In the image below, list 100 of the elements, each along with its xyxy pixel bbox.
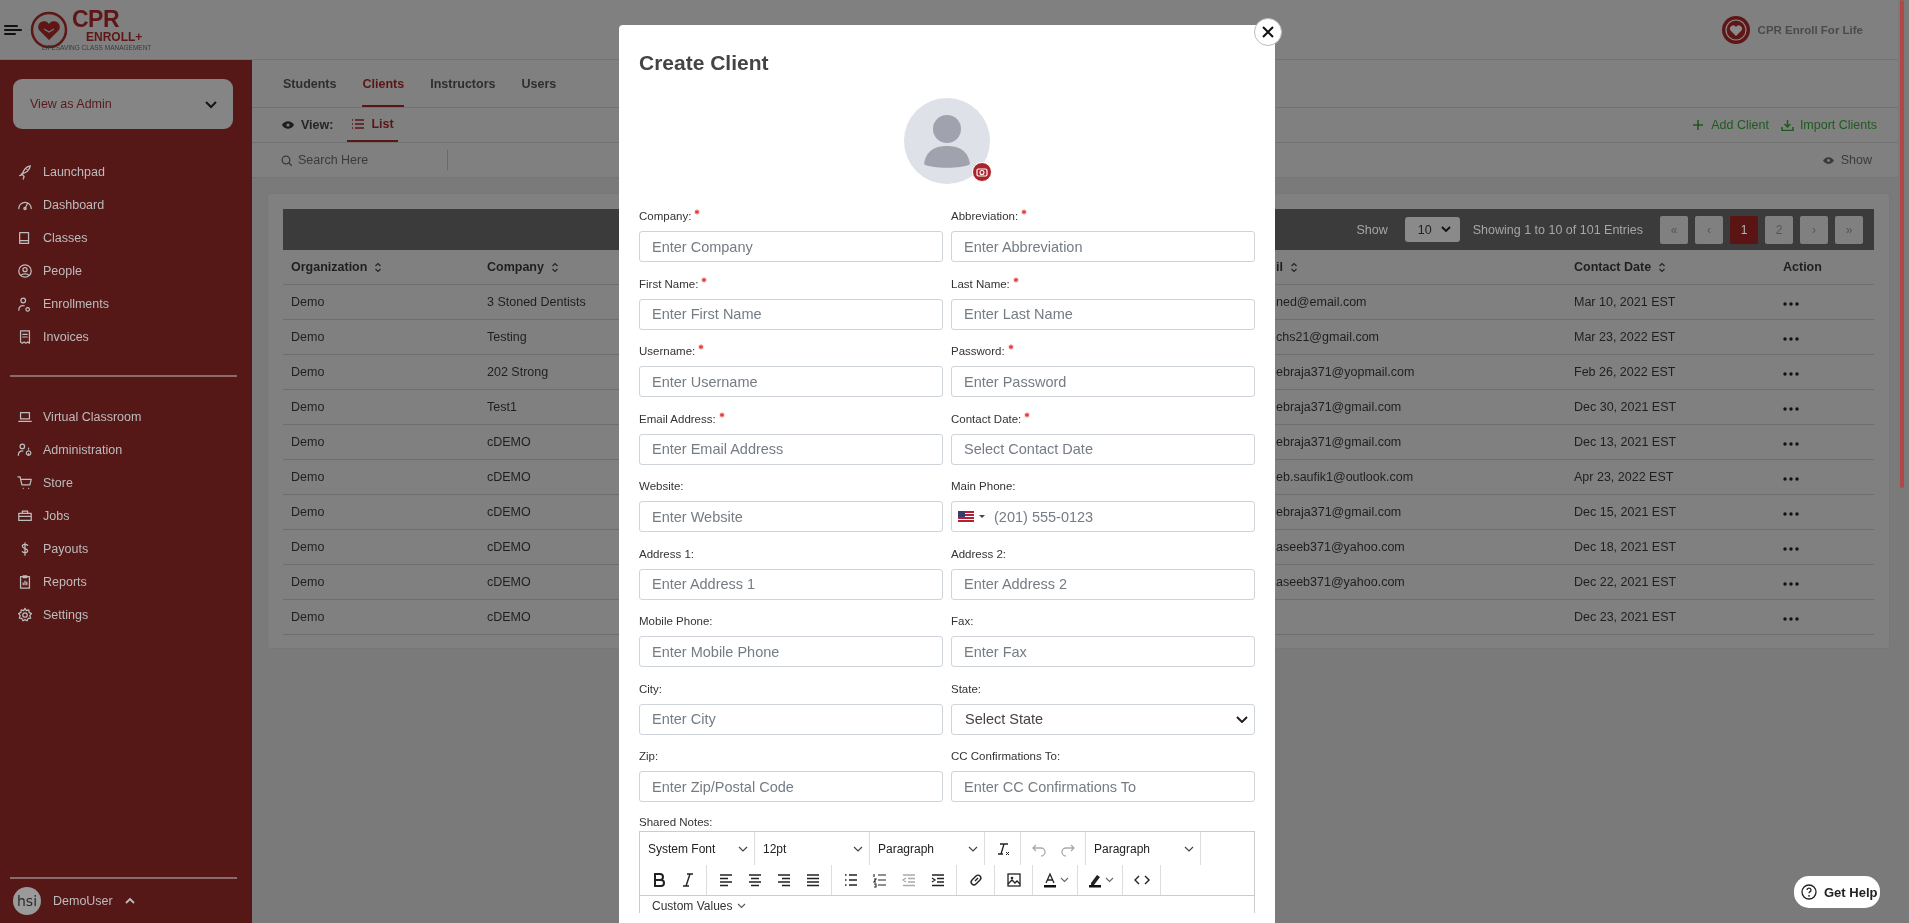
user-avatar: hsi [13,887,41,915]
input-field[interactable]: Enter Company [639,231,943,262]
table-cell: Demo [291,330,325,344]
more-icon[interactable] [1783,407,1799,411]
input-field[interactable]: Select Contact Date [951,433,1255,465]
scrollbar-thumb[interactable] [1900,0,1904,488]
table-cell: eb.saufik1@outlook.com [1276,470,1414,484]
entries-summary: Showing 1 to 10 of 101 Entries [1472,222,1643,237]
more-icon[interactable] [1783,372,1799,376]
field-label: Address 2: [951,546,1006,561]
toolbar-dropdown[interactable]: System Font [643,841,751,856]
user-avatar-icon [904,98,990,184]
nav-item[interactable]: Launchpad [0,155,252,188]
nav-item[interactable]: Store [0,466,252,499]
field-label: Main Phone: [951,479,1016,493]
chevron-up-icon[interactable] [124,897,135,905]
field-label: City: [639,681,662,696]
sort-icon[interactable] [374,261,383,273]
help-button[interactable]: Get Help [1794,876,1880,908]
table-cell: Dec 22, 2021 EST [1574,575,1677,589]
more-icon[interactable] [1783,512,1799,516]
more-icon[interactable] [1783,477,1799,481]
page-size-select[interactable]: 10 [1404,217,1460,242]
more-icon[interactable] [1783,302,1799,306]
more-icon[interactable] [1783,337,1799,341]
nav-item[interactable]: Settings [0,598,252,631]
chevron-down-icon [1184,845,1194,852]
page-button[interactable]: 1 [1730,215,1758,244]
field-label: Zip: [639,749,659,763]
nav-item[interactable]: Payouts [0,532,252,565]
input-field[interactable]: Enter CC Confirmations To [951,771,1255,802]
nav-item[interactable]: Dashboard [0,188,252,221]
input-field[interactable]: Enter Mobile Phone [639,636,943,667]
field-label: Company: [639,209,692,223]
more-icon[interactable] [1783,442,1799,446]
input-field[interactable]: Enter Fax [951,636,1255,667]
table-cell: Testing [487,330,527,344]
field-label: Address 1: [639,546,694,561]
chevron-down-icon [738,845,748,852]
input-field[interactable]: Enter First Name [639,298,943,330]
toolbar-dropdown[interactable]: Paragraph [1089,841,1197,856]
input-field[interactable]: Enter Abbreviation [951,231,1255,262]
more-icon[interactable] [1783,547,1799,551]
search-field[interactable]: Search Here [298,153,438,167]
table-cell: Dec 30, 2021 EST [1574,400,1677,414]
chevron-down-icon [968,845,978,852]
table-cell: aseeb371@yahoo.com [1276,575,1405,589]
table-cell: Demo [291,575,325,589]
flag-icon[interactable] [958,511,974,522]
nav-item[interactable]: Enrollments [0,287,252,320]
toolbar-dropdown[interactable]: 12pt [758,841,866,856]
sort-icon[interactable] [1658,261,1667,273]
input-field[interactable]: Enter Zip/Postal Code [639,771,943,802]
custom-values-menu[interactable]: Custom Values [640,896,759,913]
nav-item[interactable]: Reports [0,565,252,598]
nav-item[interactable]: Jobs [0,499,252,532]
role-select[interactable]: View as Admin [13,79,233,129]
field-label: Shared Notes: [639,815,714,829]
table-cell: Demo [291,400,325,414]
help-icon [1801,884,1817,900]
input-field[interactable]: Enter Website [639,501,943,532]
nav-item[interactable]: Administration [0,433,252,466]
justify-icon [804,872,821,888]
highlighter-icon [1086,872,1103,888]
menu-icon[interactable] [4,22,22,37]
logo-subtitle: ENROLL+ [86,30,144,43]
camera-icon[interactable] [972,162,992,182]
more-icon[interactable] [1783,617,1799,621]
table-cell: aseeb371@yahoo.com [1276,540,1405,554]
table-cell: chs21@gmail.com [1276,330,1379,344]
table-cell: Dec 18, 2021 EST [1574,540,1677,554]
nav-item[interactable]: Virtual Classroom [0,400,252,433]
user-circle-icon [17,262,33,279]
outdent-icon [900,872,917,888]
table-cell: cDEMO [487,575,531,589]
input-field[interactable]: Enter Last Name [951,298,1255,330]
nav-item[interactable]: Invoices [0,320,252,353]
nav-item[interactable]: People [0,254,252,287]
input-field[interactable]: Enter Email Address [639,433,943,465]
tab[interactable]: Instructors [430,60,496,107]
select-field[interactable]: Select State [951,703,1255,735]
toolbar-dropdown[interactable]: Paragraph [873,841,981,856]
sort-icon[interactable] [1289,261,1298,273]
clipboard-icon [17,573,33,590]
table-cell: Demo [291,365,325,379]
numbered-list-icon [871,872,888,888]
input-field[interactable]: Enter Password [951,366,1255,397]
sort-icon[interactable] [550,261,559,273]
input-field[interactable]: Enter Username [639,366,943,397]
table-cell: Demo [291,505,325,519]
list-icon [351,118,366,130]
more-icon[interactable] [1783,582,1799,586]
table-cell: ebraja371@gmail.com [1276,400,1402,414]
field-label: Abbreviation: [951,209,1019,223]
caret-icon [979,515,985,518]
input-field[interactable]: Enter City [639,703,943,735]
input-field[interactable]: Enter Address 1 [639,568,943,600]
input-field[interactable]: Enter Address 2 [951,568,1255,600]
nav-item[interactable]: Classes [0,221,252,254]
phone-field[interactable]: (201) 555-0123 [951,501,1255,532]
